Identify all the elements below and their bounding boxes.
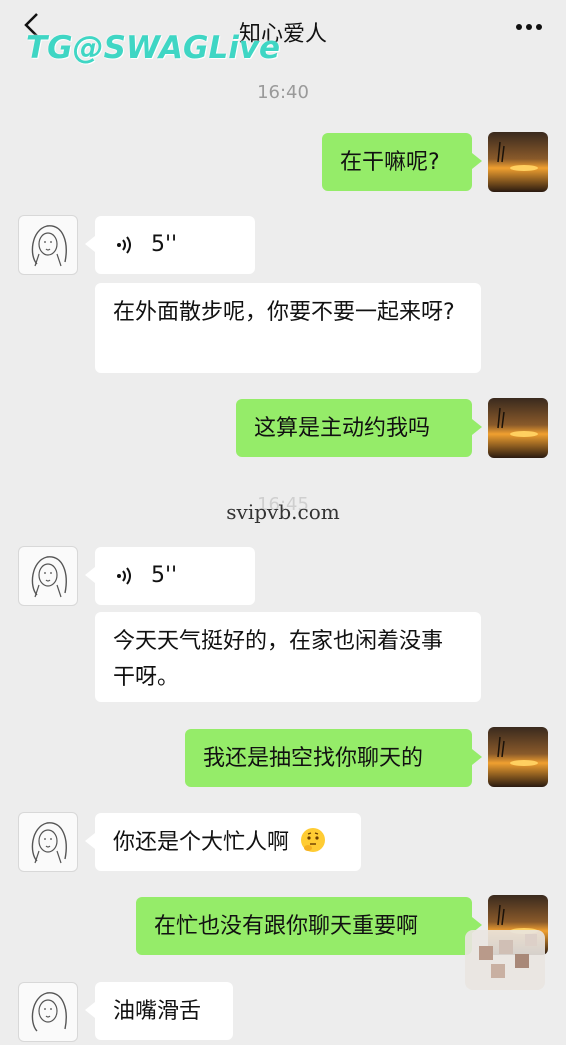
timestamp: 16:40	[257, 82, 309, 103]
message-bubble-right[interactable]: 在忙也没有跟你聊天重要啊	[136, 897, 482, 955]
watermark-text: TG@SWAGLive	[26, 30, 281, 66]
girl-sketch-avatar-icon	[31, 822, 67, 864]
more-dots-icon[interactable]	[514, 18, 544, 36]
message-text: 在忙也没有跟你聊天重要啊	[154, 914, 419, 939]
contact-avatar[interactable]	[18, 215, 78, 275]
thinking-face-icon	[301, 828, 326, 852]
my-avatar[interactable]	[488, 398, 548, 458]
girl-sketch-avatar-icon	[31, 992, 67, 1032]
blurred-sticker-icon	[465, 930, 545, 990]
girl-sketch-avatar-icon	[31, 556, 67, 598]
message-text: 在干嘛呢?	[340, 150, 440, 175]
voice-duration: 5''	[151, 232, 178, 257]
voice-duration: 5''	[151, 563, 178, 588]
message-text: 在外面散步呢，你要不要一起来呀?	[113, 300, 455, 325]
contact-avatar[interactable]	[18, 982, 78, 1042]
message-text: 油嘴滑舌	[113, 999, 202, 1024]
contact-avatar[interactable]	[18, 546, 78, 606]
message-text: 我还是抽空找你聊天的	[203, 746, 424, 771]
message-text: 今天天气挺好的，在家也闲着没事干呀。	[113, 629, 444, 690]
message-bubble-left[interactable]: 你还是个大忙人啊	[85, 813, 361, 871]
message-text: 这算是主动约我吗	[254, 416, 431, 441]
message-bubble-right[interactable]: 在干嘛呢?	[322, 133, 482, 191]
message-bubble-left[interactable]: 今天天气挺好的，在家也闲着没事干呀。	[95, 612, 481, 702]
voice-wave-icon	[117, 236, 131, 254]
contact-avatar[interactable]	[18, 812, 78, 872]
message-bubble-left[interactable]: 在外面散步呢，你要不要一起来呀?	[95, 283, 481, 373]
voice-message[interactable]: 5''	[85, 216, 255, 274]
sunset-avatar-icon	[488, 132, 548, 192]
site-watermark: svipvb.com	[226, 500, 340, 524]
my-avatar[interactable]	[488, 132, 548, 192]
girl-sketch-avatar-icon	[31, 225, 67, 267]
message-bubble-right[interactable]: 我还是抽空找你聊天的	[185, 729, 482, 787]
my-avatar[interactable]	[488, 727, 548, 787]
message-bubble-right[interactable]: 这算是主动约我吗	[236, 399, 482, 457]
sunset-avatar-icon	[488, 398, 548, 458]
message-text: 你还是个大忙人啊	[113, 830, 290, 855]
sunset-avatar-icon	[488, 727, 548, 787]
voice-message[interactable]: 5''	[85, 547, 255, 605]
message-bubble-left[interactable]: 油嘴滑舌	[85, 982, 233, 1040]
voice-wave-icon	[117, 567, 131, 585]
